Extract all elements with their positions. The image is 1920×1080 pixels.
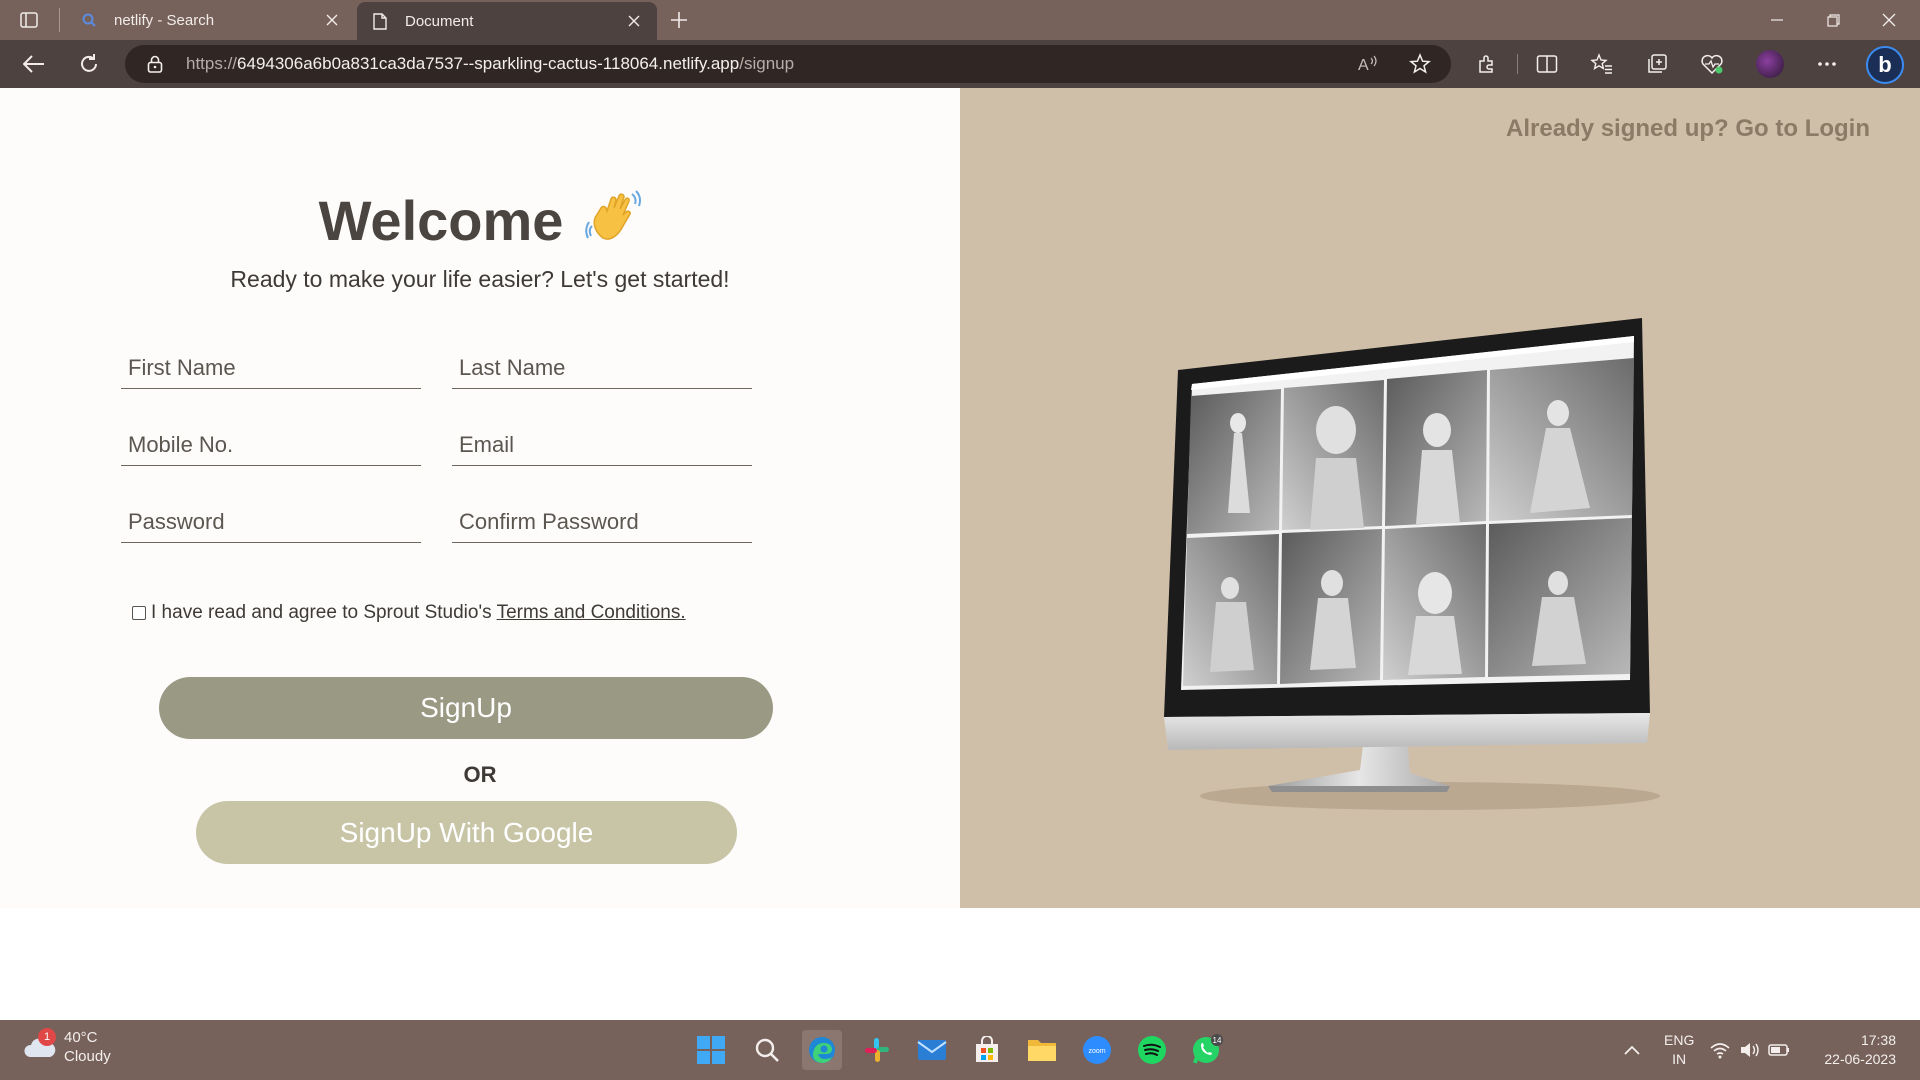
whatsapp-badge: 14 — [1213, 1036, 1222, 1045]
email-input[interactable] — [452, 424, 752, 465]
tab-document[interactable]: Document — [357, 2, 657, 40]
language-region: IN — [1672, 1051, 1687, 1067]
show-hidden-icons-chevron-icon[interactable] — [1612, 1030, 1652, 1070]
spotify-icon[interactable] — [1132, 1030, 1172, 1070]
mobile-input[interactable] — [121, 424, 421, 465]
terms-link[interactable]: Terms and Conditions. — [497, 602, 686, 624]
tab-divider — [59, 8, 60, 32]
signup-button[interactable]: SignUp — [159, 677, 773, 739]
bing-copilot-icon[interactable]: b — [1866, 46, 1904, 84]
search-icon[interactable] — [747, 1030, 787, 1070]
read-aloud-icon[interactable]: A — [1357, 52, 1381, 76]
first-name-field — [121, 347, 421, 389]
clock[interactable]: 17:38 22-06-2023 — [1816, 1020, 1896, 1080]
file-explorer-icon[interactable] — [1022, 1030, 1062, 1070]
system-tray[interactable] — [1707, 1030, 1801, 1070]
first-name-input[interactable] — [121, 347, 421, 388]
clock-date: 22-06-2023 — [1824, 1051, 1896, 1067]
extensions-icon[interactable] — [1473, 50, 1501, 78]
favorite-star-icon[interactable] — [1408, 52, 1432, 76]
welcome-subtitle: Ready to make your life easier? Let's ge… — [230, 266, 730, 292]
edge-browser-icon[interactable] — [802, 1030, 842, 1070]
tab-title: netlify - Search — [114, 11, 215, 29]
page-content: Welcome Ready to make your life easier? … — [0, 88, 1920, 1020]
browser-tab-bar: netlify - Search Document — [0, 0, 1920, 40]
minimize-icon[interactable] — [1754, 4, 1800, 36]
split-screen-icon[interactable] — [1533, 50, 1561, 78]
windows-taskbar: 1 40°C Cloudy zoom 14 ENG IN 17:38 22-06… — [0, 1020, 1920, 1080]
tab-actions-icon[interactable] — [16, 8, 42, 32]
language-indicator[interactable]: ENG IN — [1664, 1020, 1694, 1080]
url-host: 6494306a6b0a831ca3da7537--sparkling-cact… — [237, 54, 740, 73]
browser-nav-bar: https://6494306a6b0a831ca3da7537--sparkl… — [0, 40, 1920, 88]
collections-icon[interactable] — [1643, 50, 1671, 78]
toolbar-divider — [1517, 54, 1518, 74]
tab-title: Document — [405, 12, 474, 30]
tab-netlify-search[interactable]: netlify - Search — [66, 0, 355, 40]
back-arrow-icon[interactable] — [18, 48, 50, 80]
refresh-icon[interactable] — [73, 48, 105, 80]
more-options-icon[interactable] — [1813, 50, 1841, 78]
weather-text: 40°C Cloudy — [64, 1028, 111, 1066]
last-name-field — [452, 347, 752, 389]
welcome-title: Welcome — [318, 189, 564, 252]
monitor-illustration — [1150, 318, 1710, 923]
zoom-icon[interactable]: zoom — [1077, 1030, 1117, 1070]
whatsapp-icon[interactable]: 14 — [1187, 1030, 1227, 1070]
terms-row: I have read and agree to Sprout Studio's… — [132, 602, 686, 624]
terms-text: I have read and agree to Sprout Studio's — [151, 602, 492, 623]
hero-panel: Already signed up? Go to Login — [960, 88, 1920, 908]
clock-time: 17:38 — [1860, 1032, 1896, 1048]
last-name-input[interactable] — [452, 347, 752, 388]
confirm-password-field — [452, 501, 752, 543]
document-favicon-icon — [371, 12, 389, 30]
terms-checkbox[interactable] — [132, 606, 146, 620]
start-icon[interactable] — [691, 1030, 731, 1070]
close-window-icon[interactable] — [1866, 4, 1912, 36]
or-divider-text: OR — [463, 762, 497, 787]
svg-text:zoom: zoom — [1088, 1048, 1105, 1055]
go-to-login-link[interactable]: Already signed up? Go to Login — [1506, 115, 1870, 143]
confirm-password-input[interactable] — [452, 501, 752, 542]
address-bar[interactable]: https://6494306a6b0a831ca3da7537--sparkl… — [125, 45, 1451, 83]
mail-icon[interactable] — [912, 1030, 952, 1070]
email-field — [452, 424, 752, 466]
close-tab-icon[interactable] — [625, 12, 643, 30]
weather-badge: 1 — [38, 1028, 56, 1046]
weather-temp: 40°C — [64, 1029, 98, 1046]
profile-avatar[interactable] — [1756, 50, 1784, 78]
password-field — [121, 501, 421, 543]
restore-icon[interactable] — [1810, 4, 1856, 36]
mobile-field — [121, 424, 421, 466]
lock-icon[interactable] — [147, 55, 163, 78]
close-tab-icon[interactable] — [323, 11, 341, 29]
weather-desc: Cloudy — [64, 1048, 111, 1065]
password-input[interactable] — [121, 501, 421, 542]
new-tab-icon[interactable] — [666, 7, 692, 33]
cloudy-weather-icon: 1 — [22, 1028, 58, 1065]
signup-form-panel: Welcome Ready to make your life easier? … — [0, 88, 960, 908]
waving-hand-icon — [585, 188, 642, 257]
favorites-icon[interactable] — [1588, 50, 1616, 78]
url-path: /signup — [739, 54, 795, 73]
browser-essentials-icon[interactable] — [1698, 50, 1726, 78]
microsoft-store-icon[interactable] — [967, 1030, 1007, 1070]
signup-google-button[interactable]: SignUp With Google — [196, 801, 737, 864]
welcome-heading: Welcome — [0, 188, 960, 257]
language-code: ENG — [1664, 1032, 1695, 1048]
svg-text:A: A — [1358, 57, 1369, 74]
url-text: https://6494306a6b0a831ca3da7537--sparkl… — [186, 54, 794, 74]
search-favicon-icon — [80, 11, 98, 29]
url-scheme: https:// — [186, 54, 238, 73]
slack-icon[interactable] — [857, 1030, 897, 1070]
weather-widget[interactable]: 1 40°C Cloudy — [22, 1028, 111, 1066]
